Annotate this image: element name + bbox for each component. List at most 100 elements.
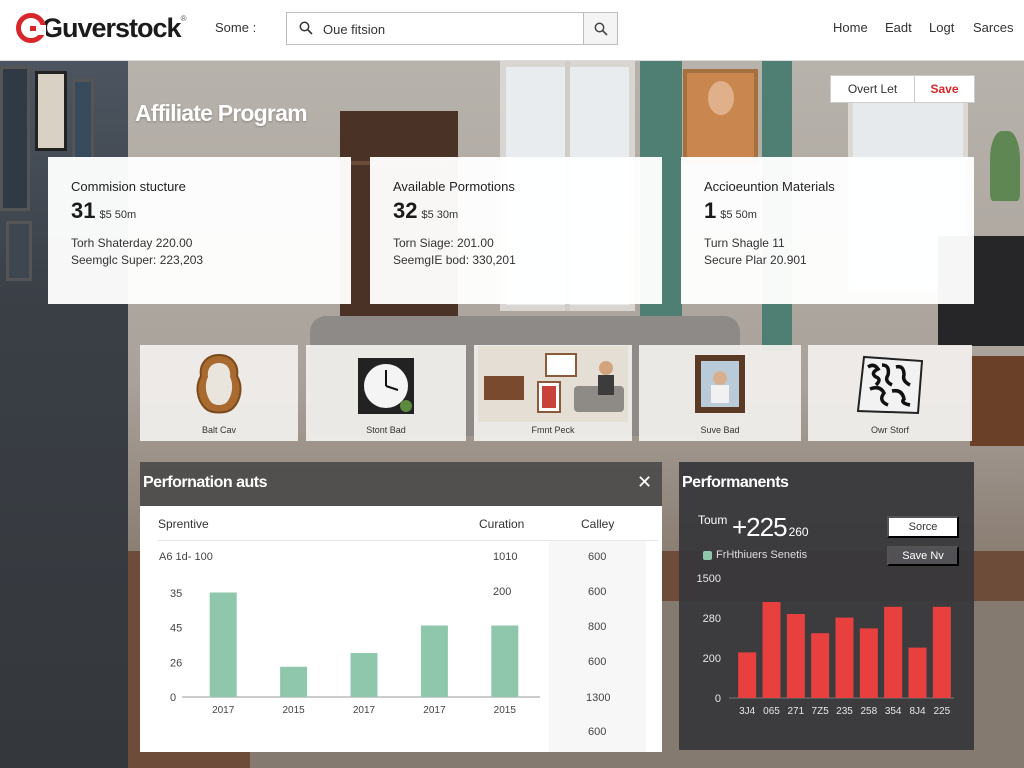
x-tick-label: 8J4 [909,706,926,717]
chart-bar [932,606,951,698]
tile-image [140,345,298,423]
performance-bar-chart: 35 45 26 0 2017 2015 2017 2017 2015 [170,588,540,716]
material-tile[interactable]: Stont Bad [306,345,466,441]
x-tick-label: 271 [787,706,804,717]
y-tick-label: 0 [170,692,176,704]
y-tick-label: 280 [703,613,721,625]
chart-bar [491,625,519,697]
chart-bar [738,652,757,698]
chart-bar [835,617,854,698]
menu-dropdown[interactable]: Some : [215,20,256,35]
column-header: Calley [581,517,615,531]
y-tick-label: 1500 [697,573,721,585]
tile-caption: Fmnt Peck [531,425,575,435]
logo-mark-icon [16,13,46,43]
clock-icon [358,358,414,414]
nav-logt[interactable]: Logt [929,20,954,35]
x-tick-label: 065 [763,706,780,717]
x-tick-label: 2017 [423,705,446,716]
chart-bar [811,633,830,698]
x-tick-label: 258 [860,706,877,717]
performance-table-panel: Sprentive Curation Calley A6 1d- 100 101… [140,506,662,752]
tile-caption: Owr Storf [870,425,909,435]
x-tick-label: 2017 [212,705,235,716]
stat-card-title: Commision stucture [71,179,186,194]
x-tick-label: 235 [836,706,853,717]
calley-value: 800 [588,621,607,633]
trademark-symbol: ® [180,14,187,23]
y-tick-label: 45 [170,623,182,635]
logo-text: Guverstock [42,12,182,43]
chart-bar [908,647,927,698]
page-title: Affiliate Program [135,100,308,126]
search-submit-icon [594,22,608,36]
y-tick-label: 26 [170,657,182,669]
search-bar [286,12,618,45]
chart-bar [859,628,878,698]
poster-icon [856,355,924,415]
search-input[interactable] [323,19,573,39]
y-tick-label: 0 [715,693,721,705]
save-button[interactable]: Save [914,75,975,103]
chart-bar [762,602,781,698]
stat-card-suffix: $5 50m [720,209,757,221]
room-photo-icon [478,346,628,422]
chart-bar [209,592,237,697]
material-tile[interactable]: Owr Storf [808,345,972,441]
stat-card-title: Accioeuntion Materials [704,179,835,194]
tile-image [306,345,466,423]
y-tick-label: 35 [170,588,182,600]
overt-let-button[interactable]: Overt Let [830,75,915,103]
nav-sarces[interactable]: Sarces [973,20,1013,35]
material-tile[interactable]: Suve Bad [639,345,801,441]
stat-card-title: Available Pormotions [393,179,515,194]
stat-card-line: Turn Shagle 11 [704,236,785,250]
nav-eadt[interactable]: Eadt [885,20,912,35]
chart-bar [786,614,805,698]
tile-image [474,345,632,423]
stat-card-promotions[interactable]: Available Pormotions 32 $5 30m Torn Siage… [370,157,662,304]
performance-panel-header: Perfornation auts ✕ [140,462,662,506]
calley-value: 600 [588,586,607,598]
stat-card-line: SeemgIE bod: 330,201 [393,253,516,267]
calley-value: 600 [588,726,607,738]
tile-caption: Balt Cav [201,425,236,435]
search-button[interactable] [583,13,617,44]
calley-value: 1300 [586,692,611,704]
performance-summary-bar-chart: 1500 280 200 0 3J4 065 271 7Z5 235 258 354 8J4 225 [697,573,954,717]
mirror-icon [196,353,242,414]
x-tick-label: 2015 [494,705,517,716]
chart-bar [350,653,378,697]
stat-card-value: 31 $5 50m [71,198,328,224]
chart-bar [280,666,308,697]
x-tick-label: 7Z5 [812,706,830,717]
x-tick-label: 2015 [282,705,305,716]
x-tick-label: 3J4 [739,706,756,717]
tile-image [639,345,801,423]
stat-card-line: Torn Siage: 201.00 [393,236,494,250]
stat-card-number: 32 [393,198,418,223]
top-header: Guverstock ® Some : Home Eadt Logt Sarce… [0,0,1024,61]
nav-home[interactable]: Home [833,20,868,35]
stat-card-line: Secure Plar 20.901 [704,253,807,267]
performance-panel-title: Perfornation auts [143,474,267,491]
tile-caption: Suve Bad [700,425,740,435]
x-tick-label: 354 [885,706,902,717]
stat-card-materials[interactable]: Accioeuntion Materials 1 $5 50m Turn Shag… [681,157,974,304]
column-shade [549,540,646,752]
stat-card-number: 31 [71,198,96,223]
stat-card-commission[interactable]: Commision stucture 31 $5 50m Torh Shaterd… [48,157,351,304]
search-icon [299,21,313,35]
brand-logo[interactable]: Guverstock ® [16,10,186,46]
material-tile[interactable]: Balt Cav [140,345,298,441]
x-tick-label: 2017 [353,705,376,716]
stat-card-number: 1 [704,198,717,223]
performance-summary-panel: Performanents Toum +225 260 FrHthiuers Se… [679,462,974,750]
material-tile[interactable]: Fmnt Peck [474,345,632,441]
close-icon[interactable]: ✕ [637,472,652,493]
stat-card-value: 32 $5 30m [393,198,639,224]
x-tick-label: 225 [933,706,950,717]
stat-card-suffix: $5 30m [421,209,459,221]
portrait-frame-icon [695,355,745,413]
tile-image [808,345,972,423]
